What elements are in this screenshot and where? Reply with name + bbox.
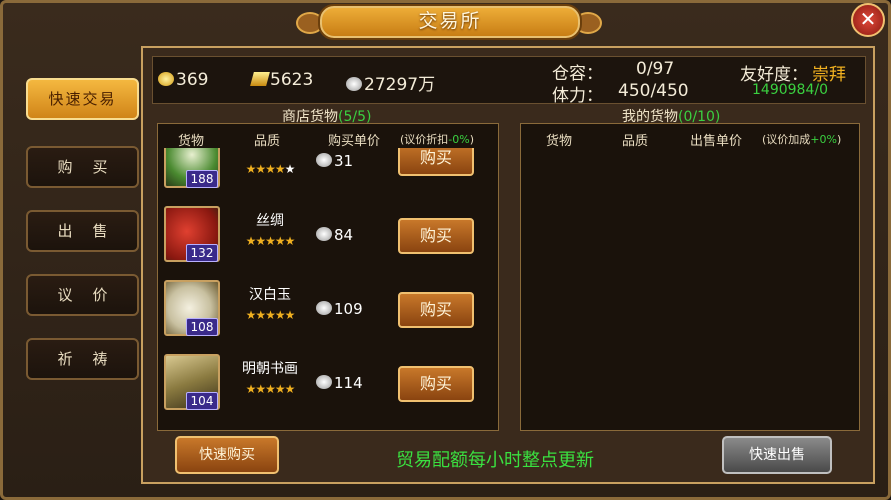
item-price-value: 109: [334, 300, 363, 318]
item-name: 丝绸: [256, 213, 284, 229]
discount-end: ): [469, 133, 475, 146]
silver-coin-icon: [316, 227, 332, 241]
stars-empty: ★: [284, 162, 296, 176]
gold-coin-icon: [158, 72, 174, 86]
silver-coin-icon: [316, 153, 332, 167]
shop-col-quality: 品质: [254, 134, 281, 149]
window-title: 交易所: [418, 10, 482, 32]
mine-col-bonus: (议价加成+0%): [762, 131, 841, 147]
silver-coin-icon: [316, 375, 332, 389]
ingot-value: 5623: [270, 70, 314, 90]
bonus-label: (议价加成: [762, 133, 811, 146]
stars-filled: ★★★★: [245, 162, 286, 176]
item-stars: ★★★★★: [234, 234, 306, 248]
item-price: 109: [316, 300, 363, 318]
mine-col-price: 出售单价: [690, 134, 743, 149]
shop-col-discount: (议价折扣-0%): [400, 131, 474, 147]
quick-sell-button[interactable]: 快速出售: [722, 436, 832, 474]
item-price-value: 84: [334, 226, 354, 244]
item-name: 汉白玉: [249, 287, 291, 303]
shop-item-row: 108 汉白玉 ★★★★★ 109 购买: [164, 280, 494, 340]
friendship-points: 1490984/0: [752, 82, 828, 98]
shop-item-row: 132 丝绸 ★★★★★ 84 购买: [164, 206, 494, 266]
item-level: 108: [186, 318, 218, 336]
item-level: 132: [186, 244, 218, 262]
item-stars: ★★★★★: [234, 382, 306, 396]
silver-coin-icon: [316, 301, 332, 315]
silver-stat: 27297万: [346, 70, 435, 95]
stars-filled: ★★★★★: [245, 234, 296, 248]
menu-quick-trade[interactable]: 快速交易: [26, 78, 139, 120]
my-goods-list[interactable]: [520, 123, 860, 431]
mine-col-quality: 品质: [622, 134, 649, 149]
mine-col-goods: 货物: [546, 134, 573, 149]
item-stars: ★★★★★: [234, 162, 306, 176]
ingot-stat: 5623: [250, 70, 314, 90]
silver-coin-icon: [346, 77, 362, 91]
stars-filled: ★★★★★: [245, 308, 296, 322]
buy-button[interactable]: 购买: [398, 366, 474, 402]
shop-item-row: 188 ★★★★★ 31 购买: [164, 148, 494, 190]
gold-value: 369: [176, 70, 209, 90]
gold-ingot-icon: [250, 72, 270, 86]
item-price: 31: [316, 152, 353, 170]
buy-button[interactable]: 购买: [398, 218, 474, 254]
item-price: 84: [316, 226, 353, 244]
item-name: 明朝书画: [242, 361, 298, 377]
menu-buy[interactable]: 购买: [26, 146, 139, 188]
item-price-value: 31: [334, 152, 354, 170]
silver-value: 27297万: [364, 75, 436, 95]
item-stars: ★★★★★: [234, 308, 306, 322]
shop-col-price: 购买单价: [328, 134, 381, 149]
menu-sell[interactable]: 出售: [26, 210, 139, 252]
buy-button[interactable]: 购买: [398, 292, 474, 328]
close-button[interactable]: ✕: [851, 3, 885, 37]
discount-pct: -0%: [448, 133, 470, 146]
stamina-value: 450/450: [618, 81, 689, 101]
shop-col-goods: 货物: [178, 134, 205, 149]
bonus-pct: +0%: [810, 133, 837, 146]
menu-pray[interactable]: 祈祷: [26, 338, 139, 380]
quick-buy-button[interactable]: 快速购买: [175, 436, 279, 474]
discount-label: (议价折扣: [400, 133, 449, 146]
menu-bargain[interactable]: 议价: [26, 274, 139, 316]
item-level: 104: [186, 392, 218, 410]
gold-stat: 369: [158, 70, 208, 90]
warehouse-value: 0/97: [636, 59, 675, 79]
buy-button[interactable]: 购买: [398, 148, 474, 176]
title-plate: 交易所: [318, 4, 582, 40]
item-level: 188: [186, 170, 218, 188]
shop-item-row: 104 明朝书画 ★★★★★ 114 购买: [164, 354, 494, 414]
stars-filled: ★★★★★: [245, 382, 296, 396]
quota-notice: 贸易配额每小时整点更新: [396, 450, 594, 471]
stamina-label: 体力：: [552, 86, 603, 106]
bonus-end: ): [836, 133, 842, 146]
item-price-value: 114: [334, 374, 363, 392]
item-price: 114: [316, 374, 363, 392]
